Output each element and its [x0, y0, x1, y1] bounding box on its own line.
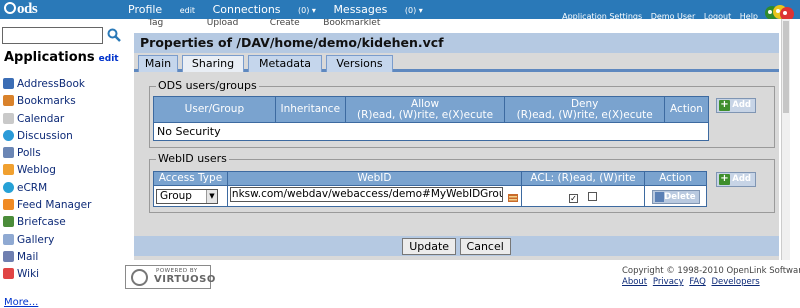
bookmarks-icon — [3, 95, 14, 107]
ods-users-fieldset: ODS users/groups User/Group Inheritance … — [149, 79, 775, 148]
nav-connections[interactable]: Connections (0) ▾ — [213, 3, 316, 16]
copyright: Copyright © 1998-2010 OpenLink Software — [622, 266, 800, 276]
nav-messages[interactable]: Messages (0) ▾ — [333, 3, 422, 16]
tab-sharing[interactable]: Sharing — [182, 55, 244, 72]
properties-panel: Tag Upload Create Bookmarklet Properties… — [134, 19, 779, 260]
ods-logo[interactable]: ods — [4, 1, 38, 18]
col-acl: ACL: (R)ead, (W)rite — [520, 171, 646, 186]
sidebar: Applications edit AddressBook Bookmarks C… — [0, 25, 128, 308]
virtuoso-logo-icon — [131, 269, 148, 286]
mail-icon — [3, 250, 14, 262]
nav-profile[interactable]: Profile edit — [128, 3, 195, 16]
webid-users-legend: WebID users — [156, 152, 229, 165]
sidebar-item-polls[interactable]: Polls — [3, 145, 91, 162]
add-ods-user-button[interactable]: + Add — [716, 98, 756, 113]
top-nav: Profile edit Connections (0) ▾ Messages … — [128, 3, 437, 16]
sidebar-item-addressbook[interactable]: AddressBook — [3, 76, 91, 93]
footer-link-privacy[interactable]: Privacy — [653, 277, 684, 287]
sidebar-item-weblog[interactable]: Weblog — [3, 162, 91, 179]
toolbar-strip: Tag Upload Create Bookmarklet — [134, 19, 779, 33]
polls-icon — [3, 147, 14, 159]
access-type-select[interactable]: Group ▼ — [156, 188, 218, 204]
footer-link-about[interactable]: About — [622, 277, 647, 287]
ods-users-legend: ODS users/groups — [156, 79, 259, 92]
scrollbar-thumb[interactable] — [783, 21, 789, 113]
plus-icon: + — [719, 99, 730, 111]
tab-metadata[interactable]: Metadata — [248, 55, 322, 72]
briefcase-icon — [3, 216, 14, 228]
virtuoso-badge[interactable]: POWERED BY VIRTUOSO — [125, 265, 215, 289]
app-list: AddressBook Bookmarks Calendar Discussio… — [3, 76, 91, 284]
search-input[interactable] — [2, 27, 103, 44]
sidebar-item-wiki[interactable]: Wiki — [3, 266, 91, 283]
col-action: Action — [663, 96, 710, 123]
toolbar-bookmarklet[interactable]: Bookmarklet — [323, 19, 380, 28]
form-button-bar: Update Cancel — [134, 236, 779, 256]
write-checkbox[interactable] — [588, 191, 598, 201]
col-webid: WebID — [226, 171, 522, 186]
applications-edit-link[interactable]: edit — [99, 54, 119, 64]
tab-bar: Main Sharing Metadata Versions — [134, 53, 779, 72]
calendar-icon — [3, 112, 14, 124]
toolbar-create[interactable]: Create — [270, 19, 300, 28]
add-webid-user-button[interactable]: + Add — [716, 172, 756, 187]
more-link[interactable]: More... — [4, 297, 38, 308]
ecrm-icon — [3, 181, 14, 193]
main-content: Tag Upload Create Bookmarklet Properties… — [128, 19, 790, 308]
feed-icon — [3, 199, 14, 211]
applications-heading: Applications edit — [4, 50, 119, 65]
no-security-cell: No Security — [153, 122, 709, 141]
sidebar-item-feed-manager[interactable]: Feed Manager — [3, 197, 91, 214]
gallery-icon — [3, 233, 14, 245]
table-row: Group ▼ nksw.com/webdav/webaccess/demo#My… — [153, 185, 707, 207]
sidebar-item-bookmarks[interactable]: Bookmarks — [3, 93, 91, 110]
discussion-icon — [3, 129, 14, 141]
tab-versions[interactable]: Versions — [326, 55, 393, 72]
col-access-type: Access Type — [153, 171, 228, 186]
col-allow: Allow (R)ead, (W)rite, e(X)ecute — [344, 96, 506, 123]
plus-icon: + — [719, 173, 730, 185]
update-button[interactable]: Update — [402, 238, 457, 255]
footer-links: About Privacy FAQ Developers — [622, 277, 763, 287]
webid-users-table: Access Type WebID ACL: (R)ead, (W)rite A… — [153, 171, 707, 207]
sidebar-item-mail[interactable]: Mail — [3, 249, 91, 266]
delete-icon — [654, 191, 664, 202]
weblog-icon — [3, 164, 14, 176]
chevron-down-icon: ▼ — [206, 189, 217, 203]
top-bar: ods Profile edit Connections (0) ▾ Messa… — [0, 0, 800, 21]
toolbar-upload[interactable]: Upload — [207, 19, 239, 28]
col-webid-action: Action — [644, 171, 707, 186]
search-icon[interactable] — [107, 28, 121, 42]
addressbook-icon — [3, 78, 14, 89]
webid-users-fieldset: WebID users Access Type WebID ACL: (R)ea… — [149, 152, 775, 213]
col-inheritance: Inheritance — [274, 96, 346, 123]
sidebar-item-ecrm[interactable]: eCRM — [3, 180, 91, 197]
tab-main[interactable]: Main — [138, 55, 178, 72]
sidebar-item-discussion[interactable]: Discussion — [3, 128, 91, 145]
col-deny: Deny (R)ead, (W)rite, e(X)ecute — [504, 96, 665, 123]
cancel-button[interactable]: Cancel — [459, 238, 511, 255]
footer-link-developers[interactable]: Developers — [712, 277, 760, 287]
sidebar-item-gallery[interactable]: Gallery — [3, 232, 91, 249]
webid-input[interactable]: nksw.com/webdav/webaccess/demo#MyWebIDGr… — [229, 187, 503, 202]
vertical-scrollbar[interactable] — [781, 19, 790, 260]
col-user-group: User/Group — [153, 96, 276, 123]
footer-link-faq[interactable]: FAQ — [689, 277, 705, 287]
page-title: Properties of /DAV/home/demo/kidehen.vcf — [134, 33, 779, 53]
read-checkbox[interactable]: ✓ — [569, 193, 579, 203]
address-book-picker-icon[interactable] — [507, 192, 519, 204]
wiki-icon — [3, 268, 14, 280]
delete-webid-button[interactable]: Delete — [651, 189, 700, 204]
sidebar-item-briefcase[interactable]: Briefcase — [3, 214, 91, 231]
logo-ring-icon — [4, 2, 16, 14]
toolbar-tag[interactable]: Tag — [148, 19, 163, 28]
ods-users-table: User/Group Inheritance Allow (R)ead, (W)… — [153, 96, 710, 141]
sidebar-item-calendar[interactable]: Calendar — [3, 111, 91, 128]
